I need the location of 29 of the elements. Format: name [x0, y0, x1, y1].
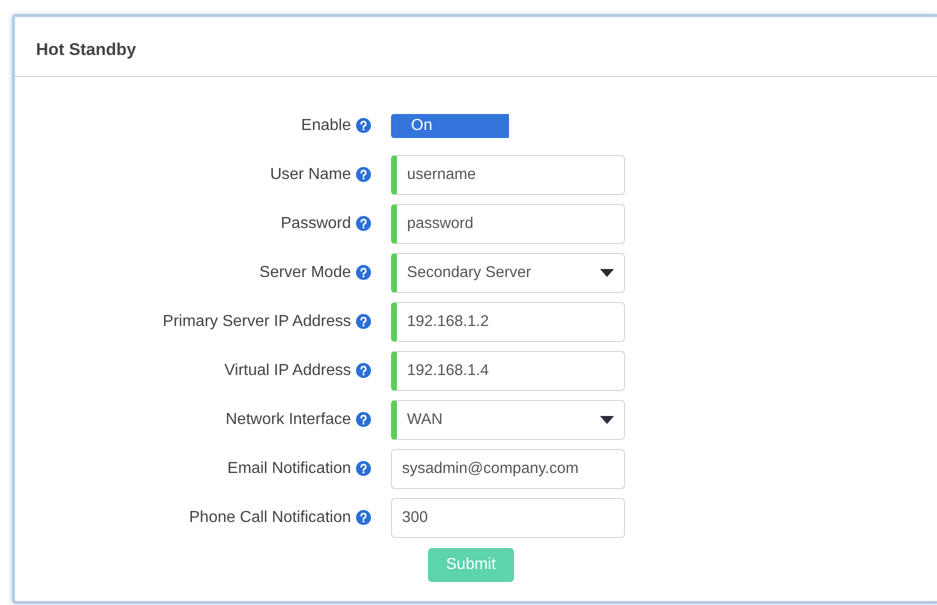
field-label: Password: [280, 214, 351, 234]
field-label: Enable: [301, 116, 351, 136]
select-field[interactable]: WAN: [391, 400, 625, 440]
field-label: Network Interface: [226, 410, 351, 430]
help-icon[interactable]: [356, 118, 371, 133]
help-icon[interactable]: [356, 216, 371, 231]
select-field[interactable]: Secondary Server: [391, 252, 625, 292]
help-icon[interactable]: [356, 167, 371, 182]
help-icon[interactable]: [356, 363, 371, 378]
help-icon[interactable]: [356, 510, 371, 525]
help-icon[interactable]: [356, 412, 371, 427]
field-label: Primary Server IP Address: [162, 312, 351, 332]
field-label: User Name: [270, 164, 351, 184]
field-label: Virtual IP Address: [224, 360, 351, 380]
input-field[interactable]: 192.168.1.2: [391, 302, 625, 342]
input-field[interactable]: password: [391, 204, 625, 244]
input-field[interactable]: username: [391, 154, 625, 194]
field-label: Phone Call Notification: [189, 508, 351, 528]
field-label: Email Notification: [227, 458, 351, 478]
field-label: Server Mode: [259, 262, 351, 282]
input-field[interactable]: 192.168.1.4: [391, 350, 625, 390]
panel-title: Hot Standby: [15, 17, 937, 77]
input-field[interactable]: sysadmin@company.com: [391, 448, 625, 488]
help-icon[interactable]: [356, 314, 371, 329]
help-icon[interactable]: [356, 265, 371, 280]
input-field[interactable]: 300: [391, 498, 625, 538]
help-icon[interactable]: [356, 461, 371, 476]
caret-icon: [600, 416, 614, 424]
caret-icon: [600, 268, 614, 276]
